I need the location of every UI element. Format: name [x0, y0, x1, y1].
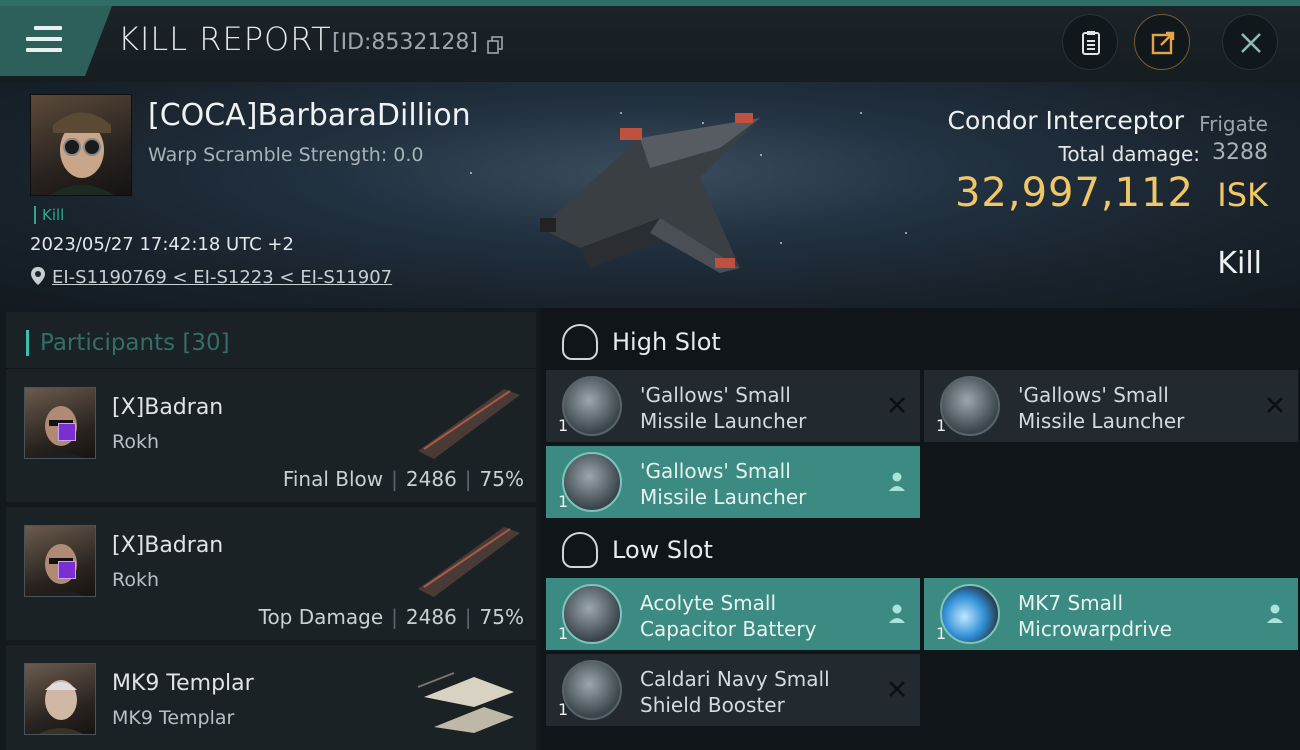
dropped-person-icon — [1267, 604, 1283, 623]
high-slot-icon — [562, 324, 598, 360]
participant-role: Final Blow — [282, 467, 384, 491]
destroyed-icon — [889, 397, 905, 413]
kill-type: Kill — [1217, 246, 1262, 281]
participant-ship: Rokh — [112, 569, 160, 591]
missile-launcher-icon — [562, 376, 622, 436]
dropped-person-icon — [889, 472, 905, 491]
high-slot-header: High Slot — [546, 312, 1296, 372]
share-button[interactable] — [1134, 14, 1190, 70]
participant-avatar[interactable] — [24, 663, 96, 735]
kill-tag: Kill — [34, 206, 64, 224]
participant-damage: 2486 — [405, 605, 457, 629]
participant-card[interactable]: [X]Badran Rokh Final Blow | 2486 | 75% — [6, 368, 536, 502]
participant-ship-image — [418, 389, 520, 459]
destroyed-icon — [889, 681, 905, 697]
module-name: MK7 Small Microwarpdrive — [1018, 591, 1172, 641]
participant-percent: 75% — [479, 605, 524, 629]
kill-location-link[interactable]: EI-S1190769 < EI-S1223 < EI-S11907 — [52, 267, 392, 288]
participant-card[interactable]: [X]Badran Rokh Top Damage | 2486 | 75% — [6, 506, 536, 640]
victim-banner: [COCA]BarbaraDillion Warp Scramble Stren… — [0, 82, 1300, 308]
low-slot-icon — [562, 532, 598, 568]
participant-damage: 2486 — [405, 467, 457, 491]
shield-booster-icon — [562, 660, 622, 720]
victim-ship-name[interactable]: Condor Interceptor — [948, 106, 1185, 135]
low-slot-header: Low Slot — [546, 520, 1296, 580]
corp-badge-icon — [58, 423, 76, 441]
dropped-person-icon — [889, 604, 905, 623]
module-slot[interactable]: 1 Caldari Navy Small Shield Booster — [546, 654, 920, 726]
participant-ship-image — [418, 527, 520, 597]
module-quantity: 1 — [558, 700, 569, 719]
missile-launcher-icon — [940, 376, 1000, 436]
close-icon — [1241, 33, 1261, 53]
module-slot[interactable]: 1 'Gallows' Small Missile Launcher — [546, 370, 920, 442]
module-name: 'Gallows' Small Missile Launcher — [1018, 383, 1185, 433]
clipboard-icon — [1082, 31, 1100, 55]
victim-portrait[interactable] — [30, 94, 132, 196]
participant-name: [X]Badran — [112, 395, 224, 420]
module-slot[interactable]: 1 MK7 Small Microwarpdrive — [924, 578, 1298, 650]
module-quantity: 1 — [936, 416, 947, 435]
fitting-panel: High Slot 1 'Gallows' Small Missile Laun… — [540, 308, 1300, 750]
module-name: Acolyte Small Capacitor Battery — [640, 591, 817, 641]
participants-panel: Participants [30] [X]Badran Rokh Final B… — [0, 308, 540, 750]
corp-badge-icon — [58, 561, 76, 579]
participant-stats: Top Damage | 2486 | 75% — [258, 605, 524, 629]
module-quantity: 1 — [558, 624, 569, 643]
module-quantity: 1 — [558, 492, 569, 511]
copy-icon[interactable] — [487, 36, 503, 54]
kill-datetime: 2023/05/27 17:42:18 UTC +2 — [30, 234, 294, 255]
menu-icon — [26, 26, 62, 54]
participants-count: [30] — [182, 330, 230, 356]
destroyed-icon — [1267, 397, 1283, 413]
module-name: 'Gallows' Small Missile Launcher — [640, 383, 807, 433]
isk-value: 32,997,112 — [954, 170, 1194, 216]
participant-ship-image — [417, 672, 514, 733]
low-slot-title: Low Slot — [612, 536, 713, 564]
participant-ship: Rokh — [112, 431, 160, 453]
high-slot-title: High Slot — [612, 328, 721, 356]
close-button[interactable] — [1222, 14, 1278, 70]
victim-ship-class: Frigate — [1199, 112, 1268, 136]
share-icon — [1151, 31, 1175, 55]
location-pin-icon — [31, 267, 45, 285]
module-name: 'Gallows' Small Missile Launcher — [640, 459, 807, 509]
module-slot[interactable]: 1 'Gallows' Small Missile Launcher — [546, 446, 920, 518]
microwarpdrive-icon — [940, 584, 1000, 644]
participant-name: MK9 Templar — [112, 671, 254, 696]
participant-ship: MK9 Templar — [112, 707, 235, 729]
module-name: Caldari Navy Small Shield Booster — [640, 667, 830, 717]
missile-launcher-icon — [562, 452, 622, 512]
participants-header: Participants [30] — [6, 312, 536, 374]
total-damage-value: 3288 — [1212, 140, 1268, 165]
module-slot[interactable]: 1 Acolyte Small Capacitor Battery — [546, 578, 920, 650]
participant-stats: Final Blow | 2486 | 75% — [282, 467, 524, 491]
module-slot[interactable]: 1 'Gallows' Small Missile Launcher — [924, 370, 1298, 442]
participant-percent: 75% — [479, 467, 524, 491]
participant-role: Top Damage — [258, 605, 384, 629]
module-quantity: 1 — [936, 624, 947, 643]
capacitor-battery-icon — [562, 584, 622, 644]
warp-scramble-strength: Warp Scramble Strength: 0.0 — [148, 144, 424, 166]
report-id: [ID:8532128] — [332, 30, 478, 55]
isk-unit: ISK — [1217, 176, 1268, 214]
page-title: KILL REPORT — [118, 20, 332, 58]
victim-name[interactable]: [COCA]BarbaraDillion — [148, 98, 471, 133]
victim-ship-image[interactable] — [520, 98, 780, 288]
participant-card[interactable]: MK9 Templar MK9 Templar — [6, 644, 536, 750]
participants-title: Participants [30] — [40, 330, 230, 356]
clipboard-button[interactable] — [1062, 14, 1118, 70]
total-damage-label: Total damage: — [1058, 142, 1201, 166]
participant-name: [X]Badran — [112, 533, 224, 558]
module-quantity: 1 — [558, 416, 569, 435]
